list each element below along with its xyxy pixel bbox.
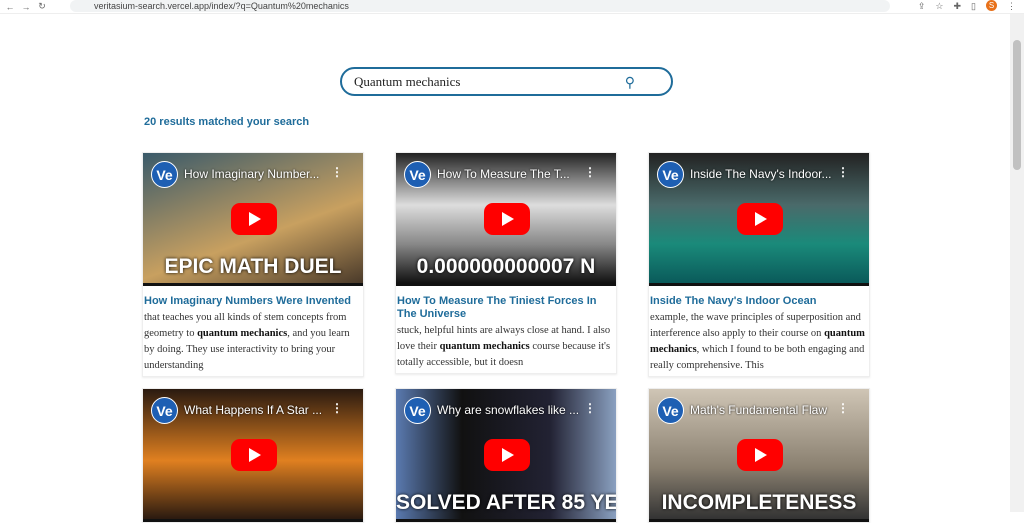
scrollbar[interactable] — [1010, 14, 1024, 512]
sidebar-icon[interactable]: ▯ — [971, 0, 976, 12]
video-thumbnail[interactable]: Ve How To Measure The T... ⋮ 0.000000000… — [396, 153, 616, 286]
thumbnail-caption: EPIC MATH DUEL — [164, 255, 342, 278]
result-snippet: stuck, helpful hints are always close at… — [397, 325, 611, 368]
video-title: How Imaginary Number... — [184, 167, 320, 181]
video-thumbnail[interactable]: Ve Why are snowflakes like ... ⋮ SOLVED … — [396, 389, 616, 522]
channel-logo: Ve — [657, 161, 684, 188]
highlight: quantum mechanics — [197, 328, 288, 339]
more-icon[interactable]: ⋮ — [331, 165, 343, 179]
more-icon[interactable]: ⋮ — [837, 401, 849, 415]
result-title[interactable]: Inside The Navy's Indoor Ocean — [649, 286, 869, 308]
play-icon[interactable] — [484, 439, 530, 471]
video-thumbnail[interactable]: Ve How Imaginary Number... ⋮ EPIC MATH D… — [143, 153, 363, 286]
result-card[interactable]: Ve How Imaginary Number... ⋮ EPIC MATH D… — [142, 152, 364, 377]
video-title: Inside The Navy's Indoor... — [690, 167, 832, 181]
result-card[interactable]: Ve Math's Fundamental Flaw ⋮ INCOMPLETEN… — [648, 388, 870, 523]
result-snippet: that teaches you all kinds of stem conce… — [144, 312, 350, 371]
browser-toolbar: ← → ↻ veritasium-search.vercel.app/index… — [0, 0, 1024, 14]
video-thumbnail[interactable]: Ve Inside The Navy's Indoor... ⋮ — [649, 153, 869, 286]
search-value: Quantum mechanics — [354, 74, 461, 89]
thumbnail-caption: SOLVED AFTER 85 YEARS — [396, 491, 616, 514]
result-title[interactable]: How To Measure The Tiniest Forces In The… — [396, 286, 616, 321]
result-title[interactable]: How Imaginary Numbers Were Invented — [143, 286, 363, 308]
play-icon[interactable] — [231, 203, 277, 235]
video-thumbnail[interactable]: Ve What Happens If A Star ... ⋮ — [143, 389, 363, 522]
reload-icon[interactable]: ↻ — [36, 1, 48, 12]
more-icon[interactable]: ⋮ — [837, 165, 849, 179]
result-card[interactable]: Ve What Happens If A Star ... ⋮ — [142, 388, 364, 523]
channel-logo: Ve — [657, 397, 684, 424]
star-icon[interactable]: ☆ — [935, 0, 943, 12]
play-icon[interactable] — [737, 439, 783, 471]
forward-icon[interactable]: → — [20, 2, 32, 12]
thumbnail-caption: 0.000000000007 N — [416, 255, 596, 278]
result-card[interactable]: Ve Why are snowflakes like ... ⋮ SOLVED … — [395, 388, 617, 523]
share-icon[interactable]: ⇪ — [918, 0, 926, 12]
video-title: How To Measure The T... — [437, 167, 570, 181]
channel-logo: Ve — [404, 161, 431, 188]
address-bar[interactable]: veritasium-search.vercel.app/index/?q=Qu… — [70, 0, 890, 12]
play-icon[interactable] — [737, 203, 783, 235]
video-title: What Happens If A Star ... — [184, 403, 323, 417]
back-icon[interactable]: ← — [4, 2, 16, 12]
video-title: Why are snowflakes like ... — [437, 403, 580, 417]
more-icon[interactable]: ⋮ — [584, 165, 596, 179]
highlight: quantum mechanics — [439, 341, 530, 352]
more-icon[interactable]: ⋮ — [331, 401, 343, 415]
video-thumbnail[interactable]: Ve Math's Fundamental Flaw ⋮ INCOMPLETEN… — [649, 389, 869, 522]
result-card[interactable]: Ve How To Measure The T... ⋮ 0.000000000… — [395, 152, 617, 374]
result-snippet: example, the wave principles of superpos… — [650, 312, 865, 371]
thumbnail-caption: INCOMPLETENESS — [661, 491, 857, 514]
search-icon[interactable]: ⚲ — [625, 71, 635, 96]
more-icon[interactable]: ⋮ — [584, 401, 596, 415]
play-icon[interactable] — [484, 203, 530, 235]
channel-logo: Ve — [151, 161, 178, 188]
results-count: 20 results matched your search — [144, 116, 310, 128]
channel-logo: Ve — [151, 397, 178, 424]
search-input[interactable]: Quantum mechanics ⚲ — [340, 67, 673, 96]
extension-icon[interactable]: ✚ — [954, 0, 962, 12]
play-icon[interactable] — [231, 439, 277, 471]
avatar[interactable]: S — [986, 0, 997, 11]
menu-icon[interactable]: ⋮ — [1007, 0, 1016, 12]
scrollbar-thumb[interactable] — [1013, 40, 1021, 170]
video-title: Math's Fundamental Flaw — [690, 403, 828, 417]
channel-logo: Ve — [404, 397, 431, 424]
result-card[interactable]: Ve Inside The Navy's Indoor... ⋮ Inside … — [648, 152, 870, 377]
